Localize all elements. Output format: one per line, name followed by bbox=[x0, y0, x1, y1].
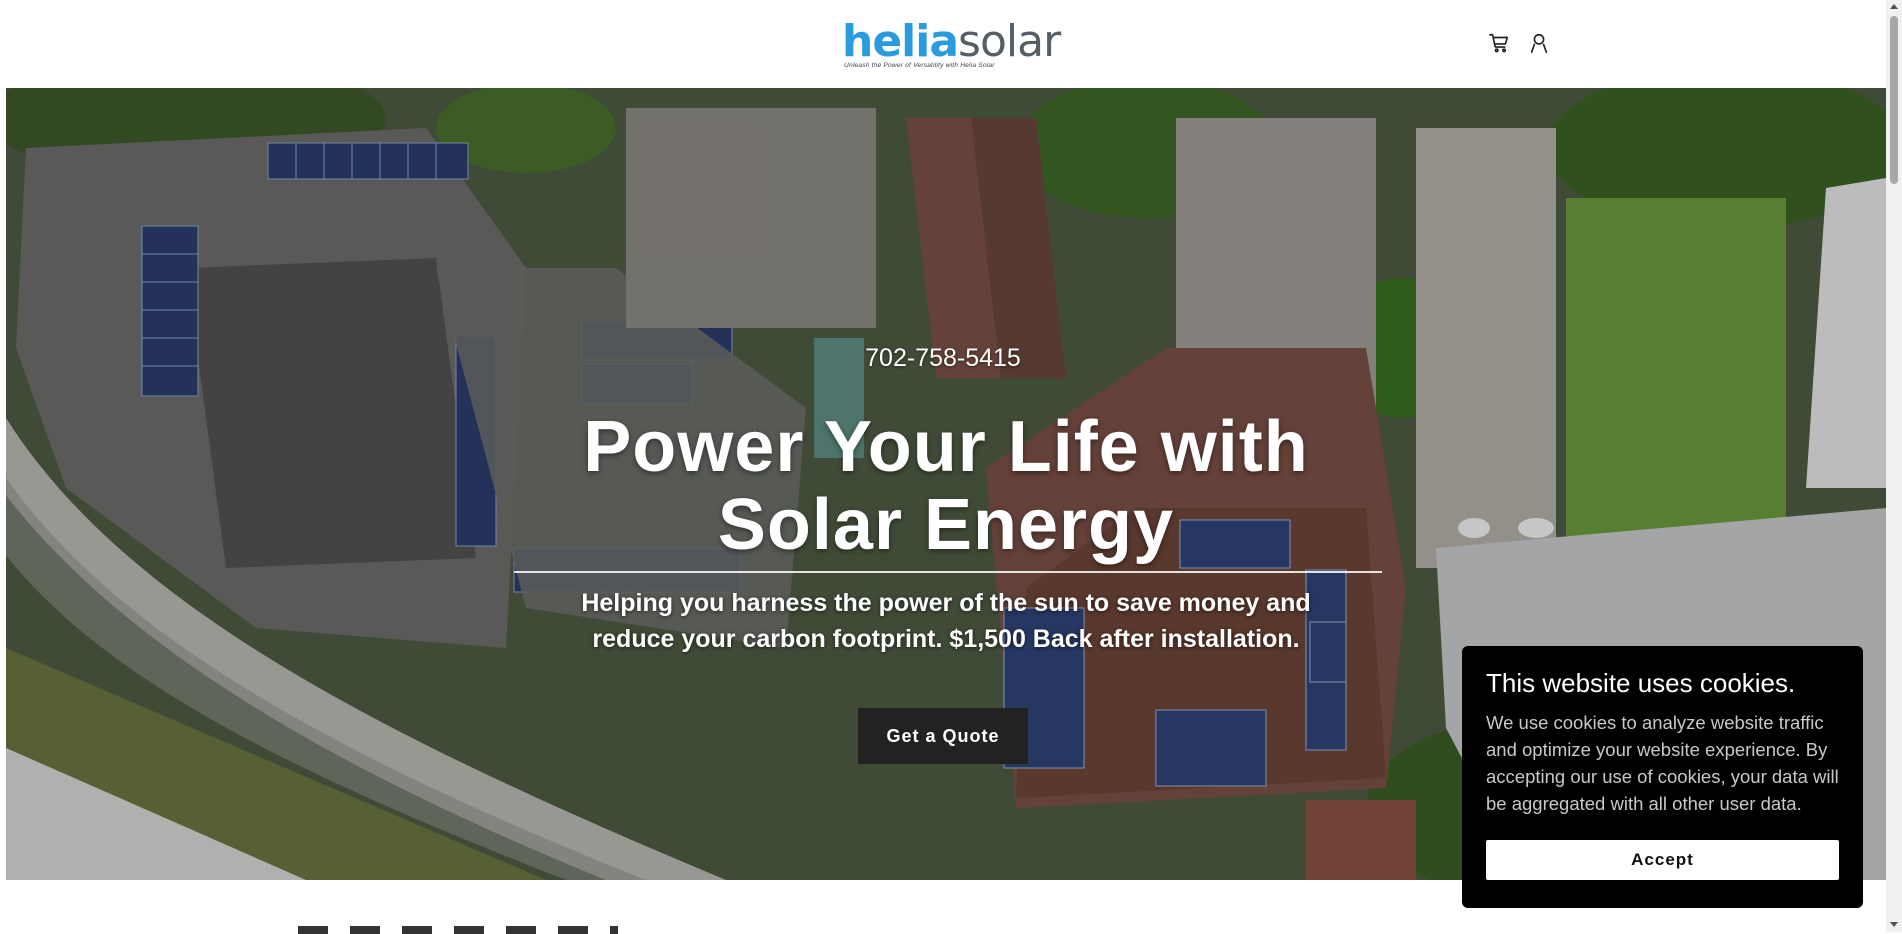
cookie-consent-banner: This website uses cookies. We use cookie… bbox=[1462, 646, 1863, 908]
hero-phone-number[interactable]: 702-758-5415 bbox=[6, 344, 1880, 373]
site-header: heliasolar Unleash the Power of Versatil… bbox=[0, 0, 1886, 88]
logo-tagline: Unleash the Power of Versatility with He… bbox=[844, 62, 995, 69]
logo-wordmark: heliasolar bbox=[842, 16, 1061, 68]
cart-icon[interactable] bbox=[1486, 30, 1512, 56]
logo-helia-text: helia bbox=[842, 16, 959, 67]
logo-solar-text: solar bbox=[958, 16, 1061, 67]
scroll-up-arrow-icon[interactable] bbox=[1890, 4, 1898, 9]
scrollbar-thumb[interactable] bbox=[1890, 16, 1898, 184]
user-icon[interactable] bbox=[1526, 30, 1552, 56]
scroll-down-arrow-icon[interactable] bbox=[1890, 922, 1898, 927]
cookie-description: We use cookies to analyze website traffi… bbox=[1486, 712, 1839, 814]
accept-cookies-button[interactable]: Accept bbox=[1486, 840, 1839, 880]
helia-solar-logo[interactable]: heliasolar Unleash the Power of Versatil… bbox=[842, 16, 1061, 72]
hero-subtitle: Helping you harness the power of the sun… bbox=[581, 589, 1311, 653]
hero-headline: Power Your Life with Solar Energy bbox=[583, 407, 1309, 565]
get-a-quote-button[interactable]: Get a Quote bbox=[858, 708, 1028, 764]
vertical-scrollbar[interactable] bbox=[1886, 0, 1902, 932]
hero-divider bbox=[514, 571, 1382, 573]
section-heading-peek bbox=[298, 924, 618, 934]
cookie-title: This website uses cookies. bbox=[1486, 668, 1796, 698]
